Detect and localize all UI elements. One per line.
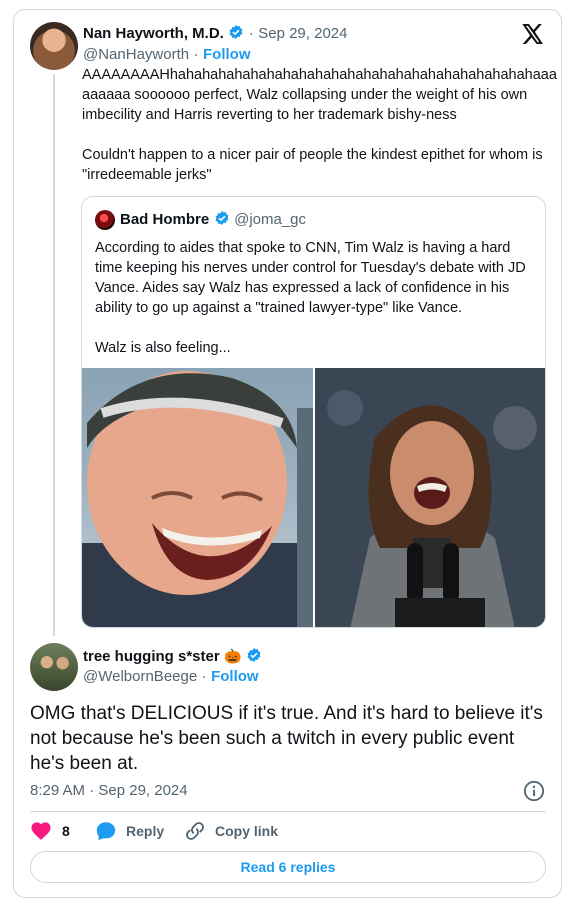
reply-bubble-icon <box>96 822 116 841</box>
reply-handle-line: @WelbornBeege · Follow <box>83 668 259 686</box>
date-separator: · <box>248 25 254 42</box>
divider <box>30 811 546 812</box>
quote-text: According to aides that spoke to CNN, Ti… <box>95 240 526 356</box>
tweet-date[interactable]: Sep 29, 2024 <box>258 25 347 42</box>
copy-link-button[interactable]: Copy link <box>184 820 278 842</box>
heart-icon <box>31 822 51 840</box>
x-logo-icon[interactable] <box>522 24 544 44</box>
pumpkin-emoji: 🎃 <box>224 648 242 664</box>
verified-badge-icon <box>247 648 261 662</box>
author-handle[interactable]: @NanHayworth <box>83 46 189 63</box>
quote-author-avatar <box>95 210 115 230</box>
copy-link-label: Copy link <box>215 823 279 839</box>
reply-author-name[interactable]: tree hugging s*ster <box>83 648 220 665</box>
walz-photo-illustration <box>82 371 313 627</box>
reply-label: Reply <box>126 823 165 839</box>
quote-author-line: Bad Hombre @joma_gc <box>120 210 306 229</box>
reply-author-handle[interactable]: @WelbornBeege <box>83 668 197 685</box>
like-button[interactable]: 8 <box>30 820 70 842</box>
author-line: Nan Hayworth, M.D. · Sep 29, 2024 <box>83 24 347 43</box>
author-name[interactable]: Nan Hayworth, M.D. <box>83 25 224 42</box>
verified-badge-icon <box>215 211 229 225</box>
reply-timestamp[interactable]: 8:29 AM · Sep 29, 2024 <box>30 782 188 799</box>
handle-line: @NanHayworth · Follow <box>83 46 251 64</box>
follow-button[interactable]: Follow <box>203 46 251 63</box>
quote-author-name: Bad Hombre <box>120 211 210 228</box>
reply-author-avatar[interactable] <box>30 643 78 691</box>
link-icon <box>186 822 204 840</box>
tweet-text: AAAAAAAAHhahahahahahahahahahahahahahahah… <box>82 67 557 183</box>
reply-text: OMG that's DELICIOUS if it's true. And i… <box>30 703 543 774</box>
like-count: 8 <box>62 823 70 839</box>
read-replies-button[interactable]: Read 6 replies <box>30 851 546 883</box>
info-icon[interactable] <box>523 780 545 802</box>
reply-button[interactable]: Reply <box>95 820 164 842</box>
quoted-tweet[interactable]: Bad Hombre @joma_gc According to aides t… <box>81 196 546 628</box>
reply-author-line: tree hugging s*ster 🎃 <box>83 647 262 666</box>
author-avatar[interactable] <box>30 22 78 70</box>
quote-photo-walz[interactable] <box>82 368 313 627</box>
harris-photo-illustration <box>315 368 545 627</box>
thread-line <box>53 74 55 636</box>
quote-photo-harris[interactable] <box>315 368 545 627</box>
quote-author-handle: @joma_gc <box>234 211 307 228</box>
read-replies-label: Read 6 replies <box>240 859 336 875</box>
reply-follow-button[interactable]: Follow <box>211 668 259 685</box>
handle-separator: · <box>201 668 207 685</box>
handle-separator: · <box>193 46 199 63</box>
verified-badge-icon <box>229 25 243 39</box>
